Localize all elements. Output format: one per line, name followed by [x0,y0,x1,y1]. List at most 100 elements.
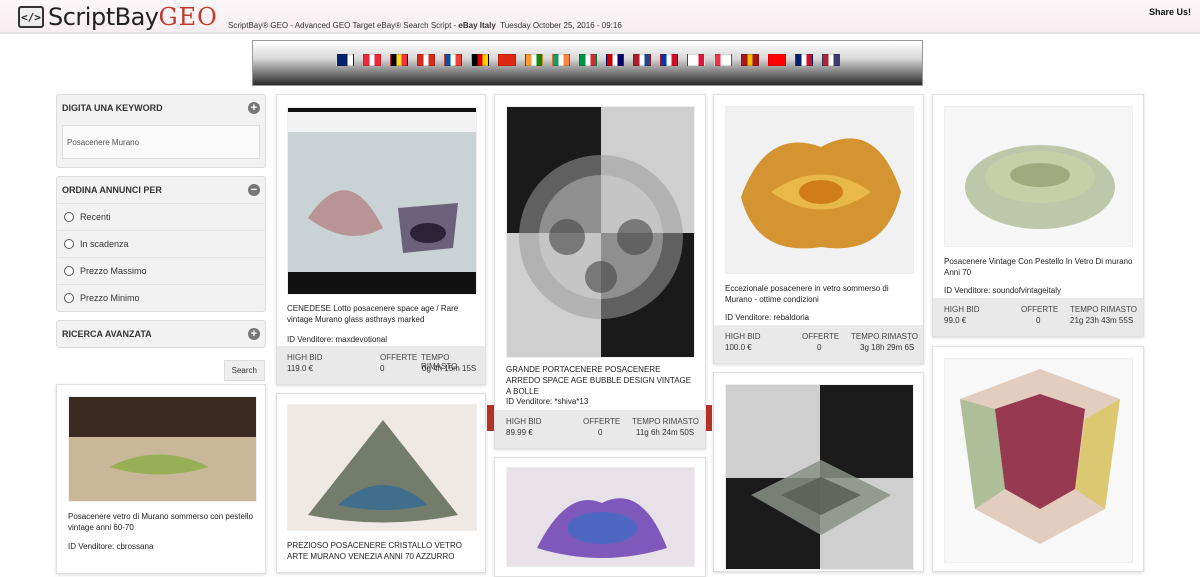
listing-image[interactable] [725,106,914,274]
listing-seller: ID Venditore: *shiva*13 [506,397,588,406]
offers-value: 0 [817,343,822,352]
flag-austria-icon[interactable] [362,54,381,66]
listing-image[interactable] [506,467,695,567]
listing-image[interactable] [506,106,695,358]
seller-label: ID Venditore: [944,286,993,295]
listing-title[interactable]: GRANDE PORTACENERE POSACENERE ARREDO SPA… [506,364,696,397]
radio-button[interactable] [64,293,74,303]
listing-card[interactable]: Posacenere Vintage Con Pestello In Vetro… [932,94,1144,337]
seller-id: maxdevotional [335,335,388,344]
flag-canada-icon[interactable] [416,54,435,66]
stat-label-offers: OFFERTE [802,332,840,341]
high-bid-value: 89.99 € [506,428,533,437]
listing-seller: ID Venditore: maxdevotional [287,335,387,344]
flag-spain-icon[interactable] [740,54,759,66]
flag-poland-icon[interactable] [686,54,705,66]
listing-card[interactable] [713,372,924,572]
flag-hong-kong-icon[interactable] [497,54,516,66]
radio-button[interactable] [64,266,74,276]
keyword-panel-title: DIGITA UNA KEYWORD [62,103,163,113]
logo-text: ScriptBay [48,3,159,31]
minus-icon[interactable]: − [248,184,260,196]
flag-malaysia-icon[interactable] [605,54,624,66]
listing-card[interactable]: PREZIOSO POSACENERE CRISTALLO VETRO ARTE… [276,393,486,573]
high-bid-value: 119.0 € [287,364,314,373]
advanced-search-panel: RICERCA AVANZATA + [56,320,266,348]
stat-label-time: TEMPO RIMASTO [632,417,699,426]
plus-icon[interactable]: + [248,102,260,114]
search-button[interactable]: Search [223,360,265,381]
share-link[interactable]: Share Us! [1149,7,1191,17]
listing-image[interactable] [944,358,1133,563]
stat-label-bid: HIGH BID [944,305,980,314]
listing-title[interactable]: Eccezionale posacenere in vetro sommerso… [725,283,913,305]
tagline-date: Tuesday October 25, 2016 - 09:16 [500,21,622,30]
keyword-panel-header[interactable]: DIGITA UNA KEYWORD + [57,95,265,121]
listing-image[interactable] [68,396,257,502]
flag-ireland-icon[interactable] [551,54,570,66]
seller-label: ID Venditore: [725,313,774,322]
listing-title[interactable]: Posacenere Vintage Con Pestello In Vetro… [944,256,1134,278]
stat-label-bid: HIGH BID [287,353,323,362]
sort-panel: ORDINA ANNUNCI PER − Recenti In scadenza… [56,176,266,312]
sort-option-prezzo-massimo[interactable]: Prezzo Massimo [57,257,265,284]
flag-australia-icon[interactable] [335,54,354,66]
flag-usa-icon[interactable] [821,54,840,66]
listing-stats: HIGH BID OFFERTE TEMPO RIMASTO 119.0 € 0… [277,346,485,384]
seller-label: ID Venditore: [506,397,555,406]
flag-singapore-icon[interactable] [713,54,732,66]
seller-id: soundofvintageitaly [992,286,1061,295]
sort-option-in-scadenza[interactable]: In scadenza [57,230,265,257]
listing-card[interactable]: Posacenere vetro di Murano sommerso con … [56,384,266,574]
advanced-search-title: RICERCA AVANZATA [62,329,152,339]
advanced-search-header[interactable]: RICERCA AVANZATA + [57,321,265,347]
seller-id: cbrossana [116,542,154,551]
radio-button[interactable] [64,239,74,249]
time-left-value: 3g 18h 29m 6S [860,343,915,352]
seller-label: ID Venditore: [68,542,117,551]
high-bid-value: 99.0 € [944,316,967,325]
seller-id: *shiva*13 [554,397,589,406]
listing-card[interactable] [494,457,706,577]
listing-card[interactable]: GRANDE PORTACENERE POSACENERE ARREDO SPA… [494,94,706,449]
stat-label-offers: OFFERTE [583,417,621,426]
logo[interactable]: </> ScriptBay GEO [18,3,218,31]
time-left-value: 11g 6h 24m 50S [636,428,695,437]
tagline: ScriptBay® GEO - Advanced GEO Target eBa… [228,21,622,30]
flag-france-icon[interactable] [443,54,462,66]
listing-title[interactable]: CENEDESE Lotto posacenere space age / Ra… [287,303,475,325]
listing-seller: ID Venditore: cbrossana [68,542,153,551]
sidebar: DIGITA UNA KEYWORD + ORDINA ANNUNCI PER … [56,94,266,381]
keyword-panel: DIGITA UNA KEYWORD + [56,94,266,168]
sort-option-label: Prezzo Minimo [80,293,140,303]
flag-philippines-icon[interactable] [659,54,678,66]
high-bid-value: 100.0 € [725,343,752,352]
flag-belgium-icon[interactable] [389,54,408,66]
time-left-value: 0g 4h 15m 15S [422,364,477,373]
radio-button[interactable] [64,212,74,222]
listing-image[interactable] [287,107,477,295]
listing-image[interactable] [725,384,914,570]
sort-panel-header[interactable]: ORDINA ANNUNCI PER − [57,177,265,203]
listing-card[interactable]: Eccezionale posacenere in vetro sommerso… [713,94,924,364]
flag-germany-icon[interactable] [470,54,489,66]
flag-switzerland-icon[interactable] [767,54,786,66]
flag-india-icon[interactable] [524,54,543,66]
listing-image[interactable] [944,106,1133,247]
time-left-value: 21g 23h 43m 55S [1070,316,1134,325]
keyword-input[interactable] [62,125,260,159]
offers-value: 0 [598,428,603,437]
plus-icon[interactable]: + [248,328,260,340]
sort-option-prezzo-minimo[interactable]: Prezzo Minimo [57,284,265,311]
listing-title[interactable]: Posacenere vetro di Murano sommerso con … [68,511,258,533]
flag-uk-icon[interactable] [794,54,813,66]
listing-card[interactable] [932,346,1144,572]
listing-card[interactable]: CENEDESE Lotto posacenere space age / Ra… [276,94,486,385]
listing-image[interactable] [287,404,477,531]
listing-title[interactable]: PREZIOSO POSACENERE CRISTALLO VETRO ARTE… [287,540,477,562]
flag-italy-icon[interactable] [578,54,597,66]
flag-netherlands-icon[interactable] [632,54,651,66]
top-bar: </> ScriptBay GEO ScriptBay® GEO - Advan… [0,0,1200,34]
sort-option-recenti[interactable]: Recenti [57,203,265,230]
listing-stats: HIGH BID OFFERTE TEMPO RIMASTO 100.0 € 0… [714,325,923,363]
